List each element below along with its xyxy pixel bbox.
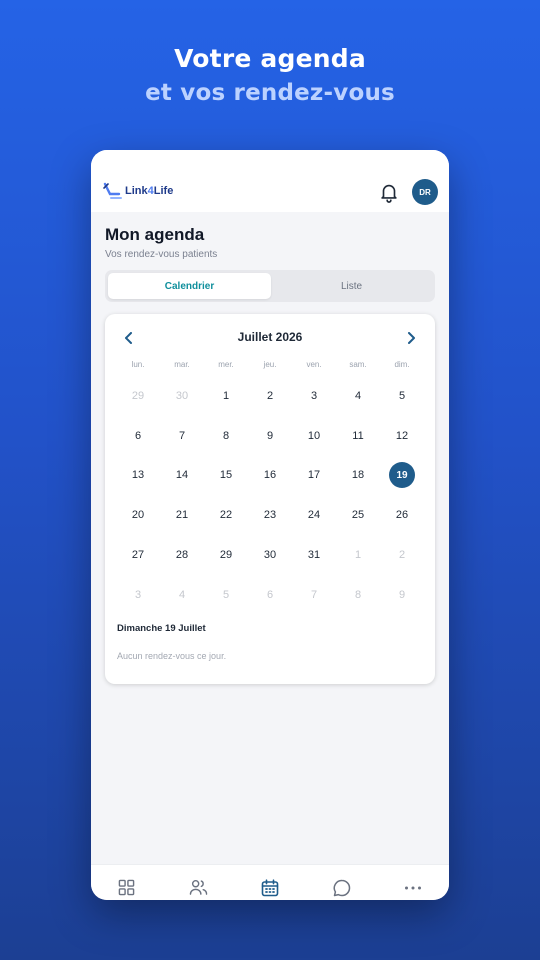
weekday-header-row: lun. mar. mer. jeu. ven. sam. dim. [116, 360, 424, 369]
calendar-day[interactable]: 31 [292, 535, 336, 575]
weekday-label: ven. [306, 360, 322, 369]
calendar-day[interactable]: 5 [204, 575, 248, 615]
calendar-day[interactable]: 14 [160, 456, 204, 496]
view-switcher: Calendrier Liste [105, 270, 435, 302]
calendar-day[interactable]: 20 [116, 495, 160, 535]
calendar-day[interactable]: 27 [116, 535, 160, 575]
calendar-day[interactable]: 9 [380, 575, 424, 615]
calendar-day[interactable]: 1 [336, 535, 380, 575]
logo-wordmark: Link4Life [125, 185, 174, 197]
calendar-day-selected[interactable]: 19 [380, 456, 424, 496]
calendar-icon [261, 878, 279, 896]
calendar-day[interactable]: 24 [292, 495, 336, 535]
bell-icon[interactable] [378, 181, 400, 203]
calendar-day[interactable]: 13 [116, 456, 160, 496]
weekday-label: jeu. [263, 360, 277, 369]
calendar-day[interactable]: 10 [292, 416, 336, 456]
weekday-label: mer. [218, 360, 234, 369]
weekday-label: dim. [394, 360, 410, 369]
calendar-grid: 29 30 1 2 3 4 5 6 7 8 9 10 11 12 13 14 1… [116, 376, 424, 615]
calendar-day[interactable]: 8 [204, 416, 248, 456]
calendar-day[interactable]: 11 [336, 416, 380, 456]
weekday-label: mar. [174, 360, 190, 369]
calendar-day[interactable]: 29 [116, 376, 160, 416]
weekday-label: lun. [131, 360, 145, 369]
month-label: Juillet 2026 [237, 330, 303, 344]
calendar-week: 20 21 22 23 24 25 26 [116, 495, 424, 535]
calendar-day[interactable]: 29 [204, 535, 248, 575]
nav-agenda[interactable] [234, 865, 306, 900]
calendar-day[interactable]: 4 [160, 575, 204, 615]
calendar-card: Juillet 2026 lun. mar. mer. jeu. ven. sa… [105, 314, 435, 684]
chevron-right-icon [408, 332, 415, 344]
calendar-day[interactable]: 12 [380, 416, 424, 456]
dashboard-grid-icon [119, 879, 135, 896]
calendar-day[interactable]: 22 [204, 495, 248, 535]
calendar-day[interactable]: 26 [380, 495, 424, 535]
tab-list[interactable]: Liste [271, 273, 432, 299]
calendar-day[interactable]: 15 [204, 456, 248, 496]
empty-appointments-message: Aucun rendez-vous ce jour. [117, 651, 227, 661]
bottom-navigation [91, 864, 449, 900]
promo-subtitle: et vos rendez-vous [145, 80, 395, 106]
page-subtitle: Vos rendez-vous patients [105, 249, 218, 260]
calendar-day[interactable]: 5 [380, 376, 424, 416]
calendar-day[interactable]: 2 [380, 535, 424, 575]
calendar-day[interactable]: 7 [292, 575, 336, 615]
app-logo[interactable]: Link4Life [101, 180, 173, 202]
calendar-day[interactable]: 23 [248, 495, 292, 535]
promo-title: Votre agenda [174, 44, 366, 73]
tab-calendar[interactable]: Calendrier [108, 273, 271, 299]
phone-screen: Link4Life DR Mon agenda Vos rendez-vous … [91, 150, 449, 900]
next-month-button[interactable] [401, 328, 421, 348]
nav-dashboard[interactable] [91, 865, 163, 900]
calendar-day[interactable]: 30 [248, 535, 292, 575]
calendar-day[interactable]: 16 [248, 456, 292, 496]
users-icon [189, 879, 208, 895]
calendar-day[interactable]: 18 [336, 456, 380, 496]
nav-messages[interactable] [306, 865, 378, 900]
nav-patients[interactable] [163, 865, 235, 900]
calendar-day[interactable]: 1 [204, 376, 248, 416]
calendar-day[interactable]: 8 [336, 575, 380, 615]
calendar-week: 29 30 1 2 3 4 5 [116, 376, 424, 416]
calendar-day[interactable]: 2 [248, 376, 292, 416]
calendar-day[interactable]: 3 [292, 376, 336, 416]
link4life-logo-icon [103, 182, 122, 199]
calendar-day[interactable]: 3 [116, 575, 160, 615]
selected-date-label: Dimanche 19 Juillet [117, 623, 206, 634]
calendar-day[interactable]: 4 [336, 376, 380, 416]
calendar-day[interactable]: 28 [160, 535, 204, 575]
user-avatar[interactable]: DR [412, 179, 438, 205]
calendar-day[interactable]: 25 [336, 495, 380, 535]
calendar-day[interactable]: 21 [160, 495, 204, 535]
weekday-label: sam. [349, 360, 367, 369]
calendar-day[interactable]: 6 [248, 575, 292, 615]
app-header: Link4Life DR [91, 150, 449, 212]
calendar-day[interactable]: 30 [160, 376, 204, 416]
chat-bubble-icon [333, 879, 350, 896]
calendar-day[interactable]: 17 [292, 456, 336, 496]
calendar-day[interactable]: 9 [248, 416, 292, 456]
calendar-week: 6 7 8 9 10 11 12 [116, 416, 424, 456]
nav-more[interactable] [377, 865, 449, 900]
calendar-week: 13 14 15 16 17 18 19 [116, 456, 424, 496]
more-dots-icon [405, 886, 422, 889]
calendar-week: 27 28 29 30 31 1 2 [116, 535, 424, 575]
calendar-day[interactable]: 7 [160, 416, 204, 456]
calendar-header: Juillet 2026 [105, 328, 435, 348]
calendar-week: 3 4 5 6 7 8 9 [116, 575, 424, 615]
calendar-day[interactable]: 6 [116, 416, 160, 456]
page-title: Mon agenda [105, 225, 205, 244]
